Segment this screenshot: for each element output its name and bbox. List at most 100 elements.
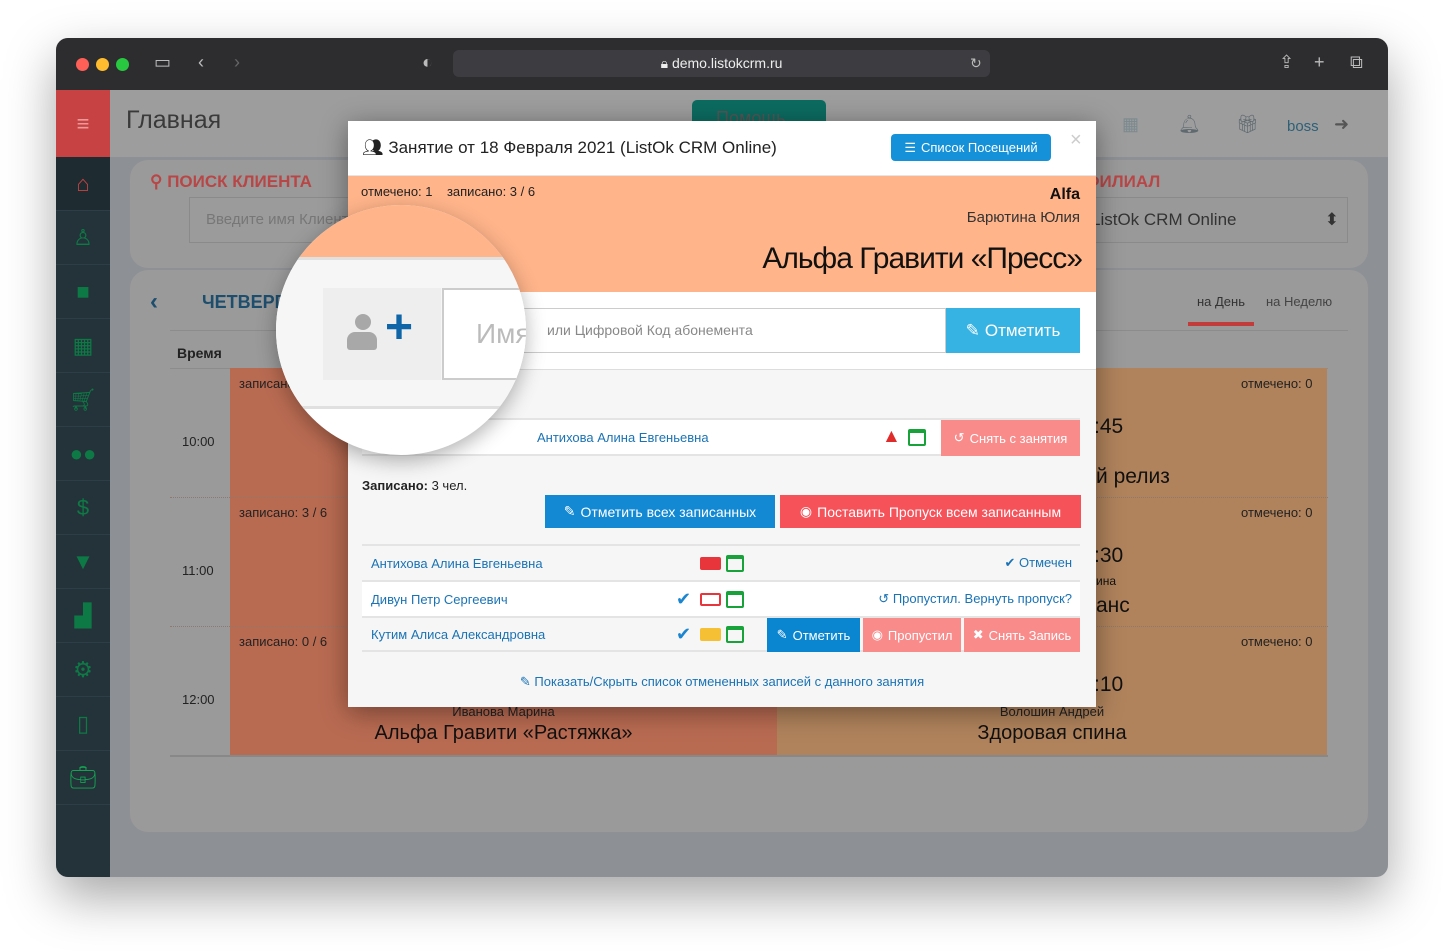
menu-icon[interactable]: ≡ — [56, 90, 110, 157]
sidebar-chart-icon[interactable]: ▟ — [56, 589, 110, 643]
trainer-name: Барютина Юлия — [966, 209, 1080, 226]
share-icon[interactable]: ⇪ — [1279, 52, 1294, 73]
edit-icon: ✎ — [519, 674, 531, 689]
sidebar-phone-icon[interactable]: ▯ — [56, 697, 110, 751]
client-name[interactable]: Дивун Петр Сергеевич — [371, 592, 508, 607]
enrolled-row: Дивун Петр Сергеевич ✔ ↺ Пропустил. Верн… — [362, 580, 1080, 616]
search-icon: ⚲ — [150, 172, 168, 191]
branch-title: ФИЛИАЛ — [1085, 172, 1161, 191]
class-name: й релиз — [1096, 465, 1170, 488]
sidebar-cart-icon[interactable]: 🛒︎ — [56, 373, 110, 427]
row-unenroll-button[interactable]: ✖ Снять Запись — [964, 618, 1080, 652]
minimize-window-button[interactable] — [96, 58, 109, 71]
plus-icon: + — [385, 301, 414, 354]
enrolled-label: Записано: — [362, 478, 428, 493]
marked-label: отмечено: 0 — [1241, 376, 1313, 391]
money-icon — [700, 592, 721, 606]
status-marked: ✔ Отмечен — [1004, 555, 1073, 570]
calendar-icon — [908, 428, 926, 446]
list-icon: ☰ — [904, 139, 916, 155]
browser-titlebar: ▭ ‹ › ◐ 🔒︎ demo.listokcrm.ru ↻ ⇪ + ⧉ — [56, 38, 1388, 90]
client-name[interactable]: Кутим Алиса Александровна — [371, 627, 545, 642]
tabs-icon[interactable]: ⧉ — [1350, 52, 1363, 73]
select-arrows-icon: ⬍ — [1324, 210, 1339, 229]
reload-icon[interactable]: ↻ — [970, 55, 982, 72]
sidebar-toggle-icon[interactable]: ▭ — [154, 52, 171, 73]
check-icon: ✔ — [676, 623, 692, 644]
branch-selected: ListOk CRM Online — [1091, 210, 1237, 229]
skip-all-button[interactable]: ◉ Поставить Пропуск всем записанным — [780, 495, 1081, 528]
user-name[interactable]: boss — [1287, 118, 1319, 135]
sidebar-users-icon[interactable]: ●● — [56, 427, 110, 481]
class-title: Альфа Гравити «Пресс» — [762, 242, 1083, 275]
row-mark-button[interactable]: ✎ Отметить — [767, 618, 860, 652]
time-label: 11:00 — [182, 563, 214, 578]
tab-day[interactable]: на День — [1188, 294, 1254, 326]
toggle-cancelled-link[interactable]: ✎ Показать/Скрыть список отмененных запи… — [348, 674, 1096, 690]
url-bar[interactable]: 🔒︎ demo.listokcrm.ru — [453, 50, 990, 77]
sidebar-person-icon[interactable]: ♙ — [56, 211, 110, 265]
remove-from-class-button[interactable]: ↺ Снять с занятия — [941, 420, 1080, 456]
enrolled-row: Кутим Алиса Александровна ✔ ✎ Отметить ◉ П… — [362, 616, 1080, 652]
maximize-window-button[interactable] — [116, 58, 129, 71]
subscription-card-icon — [700, 556, 721, 570]
bell-icon[interactable]: 🔔︎ — [1178, 114, 1201, 135]
marked-count: отмечено: 1 — [361, 184, 433, 199]
group-name: Alfa — [1049, 186, 1080, 203]
return-skip-link[interactable]: ↺ Пропустил. Вернуть пропуск? — [878, 591, 1072, 607]
sidebar-gears-icon[interactable]: ⚙ — [56, 643, 110, 697]
magnifier-lens: + Имя — [276, 205, 526, 455]
row-skip-button[interactable]: ◉ Пропустил — [863, 618, 961, 652]
marked-label: отмечено: 0 — [1241, 634, 1313, 649]
forward-icon[interactable]: › — [234, 52, 240, 73]
enrolled-count: записано: 3 / 6 — [446, 184, 536, 199]
sidebar-calendar-icon[interactable]: ▦ — [56, 319, 110, 373]
url-text: demo.listokcrm.ru — [671, 55, 783, 71]
marked-label: отмечено: 0 — [1241, 505, 1313, 520]
enrolled-row: Антихова Алина Евгеньевна ✔ Отмечен — [362, 544, 1080, 580]
check-icon: ✔ — [676, 588, 692, 609]
sidebar-home-icon[interactable]: ⌂ — [56, 157, 110, 211]
gift-icon[interactable]: 🎁︎ — [1236, 114, 1259, 135]
calendar-icon — [726, 554, 744, 572]
calendar-icon[interactable]: ▦ — [1122, 114, 1139, 135]
branch-select[interactable]: ListOk CRM Online ⬍ — [1070, 197, 1348, 243]
edit-icon: ✎ — [563, 503, 576, 519]
add-client-button[interactable]: + — [323, 288, 441, 380]
time-label: 10:00 — [182, 434, 215, 449]
lock-icon: 🔒︎ — [660, 55, 672, 71]
client-name[interactable]: Антихова Алина Евгеньевна — [371, 556, 543, 571]
class-name: Здоровая спина — [977, 722, 1127, 744]
enrolled-people-count: 3 чел. — [431, 478, 468, 493]
enrolled-label: записано: 0 / 6 — [239, 634, 328, 649]
time-header: Время — [177, 345, 222, 361]
mark-button[interactable]: ✎ Отметить — [946, 308, 1080, 353]
class-name: анс — [1096, 594, 1130, 617]
sidebar-briefcase-icon[interactable]: 💼︎ — [56, 751, 110, 805]
page-title: Главная — [126, 106, 222, 134]
user-icon — [347, 314, 377, 354]
enrolled-label: записано: 3 / 6 — [239, 505, 328, 520]
sidebar-dollar-icon[interactable]: $ — [56, 481, 110, 535]
sidebar-box-icon[interactable]: ■ — [56, 265, 110, 319]
mark-all-button[interactable]: ✎ Отметить всех записанных — [545, 495, 775, 528]
class-time: :10 — [1094, 673, 1124, 696]
sidebar-filter-icon[interactable]: ▼ — [56, 535, 110, 589]
calendar-icon — [726, 625, 744, 643]
undo-icon: ↺ — [953, 430, 965, 445]
close-window-button[interactable] — [76, 58, 89, 71]
back-icon[interactable]: ‹ — [198, 52, 204, 73]
time-label: 12:00 — [182, 692, 215, 707]
logout-icon[interactable]: ➜ — [1334, 114, 1349, 135]
close-icon[interactable]: × — [1070, 129, 1082, 152]
search-title: ПОИСК КЛИЕНТА — [167, 172, 312, 191]
tab-week[interactable]: на Неделю — [1266, 294, 1332, 309]
client-name[interactable]: Антихова Алина Евгеньевна — [537, 430, 709, 445]
users-icon: 👥︎ — [362, 138, 384, 157]
modal-title: Занятие от 18 Февраля 2021 (ListOk CRM O… — [388, 138, 777, 157]
prev-day-icon[interactable]: ‹ — [150, 288, 158, 316]
visits-list-button[interactable]: ☰ Список Посещений — [891, 134, 1051, 161]
day-title: ЧЕТВЕРГ — [202, 292, 285, 312]
new-tab-icon[interactable]: + — [1314, 52, 1325, 73]
shield-icon[interactable]: ◐ — [422, 52, 433, 73]
